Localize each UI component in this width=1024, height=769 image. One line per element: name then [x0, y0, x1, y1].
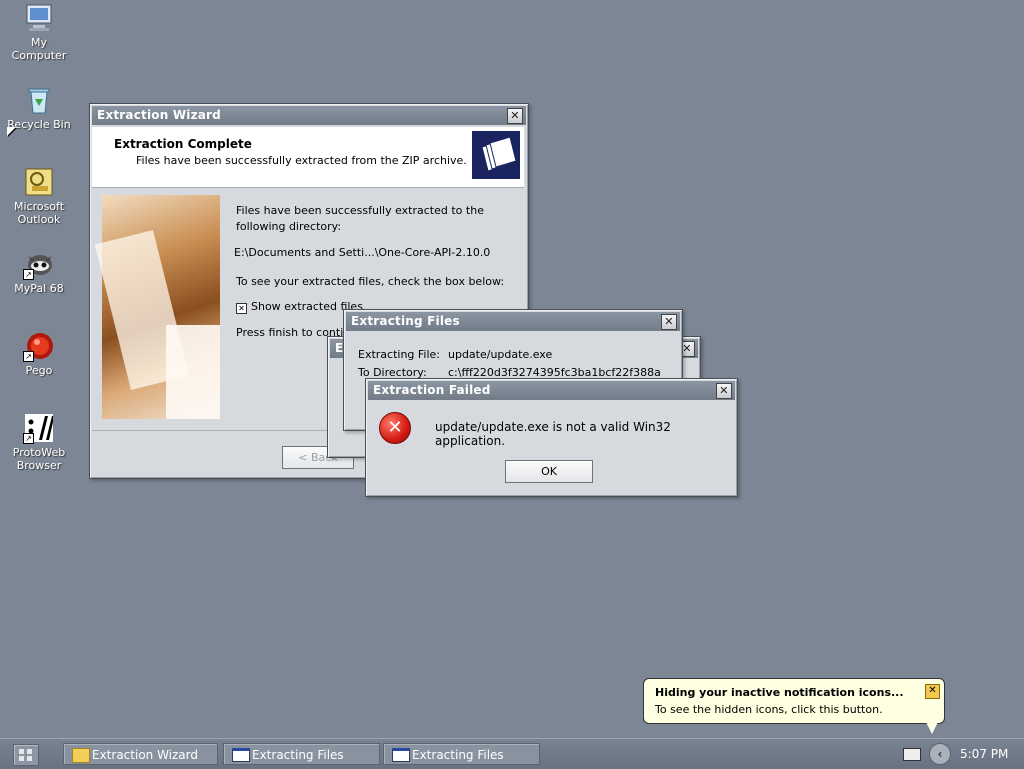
- desktop-icon-label: MyPal 68: [14, 282, 64, 295]
- title-bar[interactable]: Extracting Files ✕: [346, 312, 680, 331]
- wizard-side-image: [94, 195, 220, 419]
- show-hidden-icons-button[interactable]: ‹: [929, 743, 951, 765]
- balloon-title: Hiding your inactive notification icons.…: [655, 686, 904, 699]
- show-files-checkbox[interactable]: ✕: [236, 303, 247, 314]
- wizard-text: Files have been successfully extracted t…: [236, 204, 484, 233]
- balloon-tail: [926, 722, 938, 734]
- task-label: Extracting Files: [252, 748, 344, 762]
- protoweb-icon: ↗: [23, 412, 55, 444]
- taskbar: Extraction Wizard Extracting Files Extra…: [0, 738, 1024, 769]
- desktop-icon-outlook[interactable]: Microsoft Outlook: [4, 166, 74, 226]
- recycle-bin-icon: [23, 84, 55, 116]
- window-icon: [392, 748, 410, 762]
- desktop-icon-label: My Computer: [11, 36, 67, 62]
- mypal-icon: ↗: [23, 248, 55, 280]
- folders-icon: [472, 131, 520, 179]
- folder-icon: [72, 748, 90, 763]
- title-bar[interactable]: Extraction Wizard ✕: [92, 106, 526, 125]
- outlook-icon: [23, 166, 55, 198]
- desktop-icon-mypal[interactable]: ↗ MyPal 68: [4, 248, 74, 295]
- window-title: Extraction Wizard: [97, 108, 221, 122]
- pego-icon: ↗: [23, 330, 55, 362]
- ok-button[interactable]: OK: [505, 460, 593, 483]
- computer-icon: [23, 2, 55, 34]
- keyboard-icon[interactable]: [903, 748, 921, 761]
- start-button[interactable]: [13, 744, 39, 766]
- extraction-failed-dialog: Extraction Failed ✕ ✕ update/update.exe …: [365, 378, 738, 497]
- error-icon: ✕: [379, 412, 411, 444]
- desktop-icon-protoweb[interactable]: ↗ ProtoWeb Browser: [4, 412, 74, 472]
- shortcut-arrow-icon: ↗: [23, 351, 34, 362]
- task-extraction-wizard[interactable]: Extraction Wizard: [63, 743, 218, 765]
- error-message: update/update.exe is not a valid Win32 a…: [435, 420, 671, 448]
- desktop-icon-label: Microsoft Outlook: [13, 200, 65, 226]
- desktop-icon-recycle-bin[interactable]: Recycle Bin: [4, 84, 74, 131]
- close-icon[interactable]: ✕: [661, 314, 677, 330]
- window-title: Extraction Failed: [373, 383, 491, 397]
- chevron-left-icon: ‹: [937, 747, 943, 761]
- close-icon[interactable]: ✕: [925, 684, 940, 699]
- start-grid-icon: [19, 749, 24, 754]
- task-label: Extraction Wizard: [92, 748, 199, 762]
- task-extracting-files[interactable]: Extracting Files: [383, 743, 540, 765]
- title-bar[interactable]: Extraction Failed ✕: [368, 381, 735, 400]
- extract-path: E:\Documents and Setti...\One-Core-API-2…: [234, 246, 491, 259]
- task-label: Extracting Files: [412, 748, 504, 762]
- notification-balloon[interactable]: Hiding your inactive notification icons.…: [643, 678, 945, 734]
- file-value: update/update.exe: [448, 348, 553, 361]
- desktop-icon-pego[interactable]: ↗ Pego: [4, 330, 74, 377]
- window-title: Extracting Files: [351, 314, 460, 328]
- task-extracting-files[interactable]: Extracting Files: [223, 743, 380, 765]
- shortcut-arrow-icon: ↗: [23, 269, 34, 280]
- desktop-icon-label: Pego: [25, 364, 53, 377]
- wizard-header-title: Extraction Complete: [114, 137, 252, 151]
- balloon-body: To see the hidden icons, click this butt…: [655, 703, 883, 716]
- close-icon[interactable]: ✕: [716, 383, 732, 399]
- file-label: Extracting File:: [358, 348, 441, 361]
- wizard-text: To see your extracted files, check the b…: [236, 275, 505, 288]
- close-icon[interactable]: ✕: [507, 108, 523, 124]
- shortcut-arrow-icon: ↗: [23, 433, 34, 444]
- wizard-header: Extraction Complete Files have been succ…: [92, 127, 524, 188]
- desktop-icon-label: ProtoWeb Browser: [12, 446, 66, 472]
- window-icon: [232, 748, 250, 762]
- clock[interactable]: 5:07 PM: [960, 739, 1008, 769]
- desktop-icon-my-computer[interactable]: My Computer: [4, 2, 74, 62]
- wizard-header-subtitle: Files have been successfully extracted f…: [136, 154, 467, 167]
- mouse-cursor-icon: [7, 127, 16, 136]
